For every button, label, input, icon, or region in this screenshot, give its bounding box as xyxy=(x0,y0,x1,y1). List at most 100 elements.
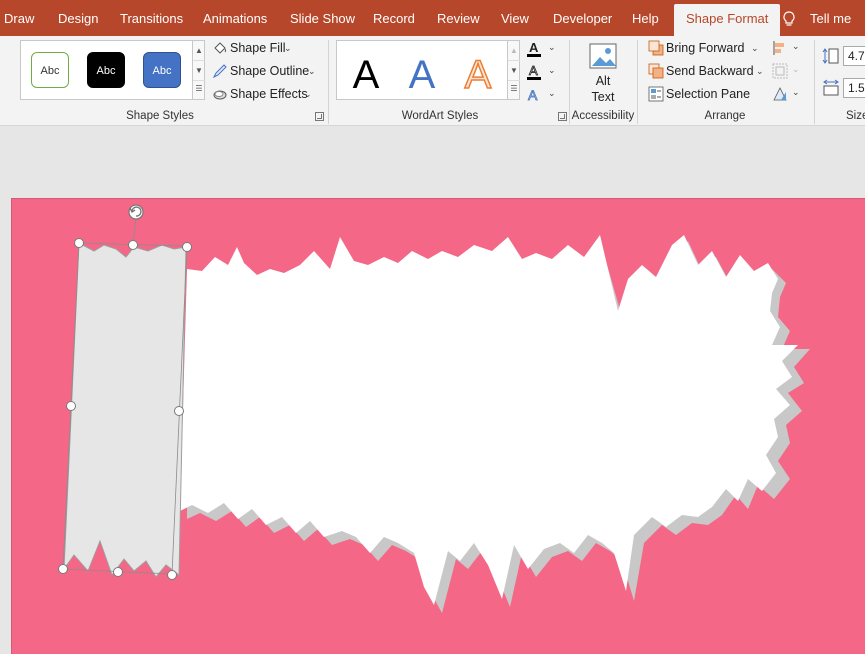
alt-text-label-line2: Text xyxy=(591,90,615,104)
resize-handle[interactable] xyxy=(113,567,123,577)
pencil-icon xyxy=(212,64,227,79)
shape-effects-icon xyxy=(213,90,227,100)
tab-developer[interactable]: Developer xyxy=(553,0,612,36)
text-outline-button[interactable]: A ⌄ xyxy=(526,63,556,83)
tab-animations[interactable]: Animations xyxy=(203,0,267,36)
chevron-down-icon: ⌄ xyxy=(308,66,316,76)
lightbulb-icon xyxy=(783,11,795,26)
ribbon-tab-bar: Draw Design Transitions Animations Slide… xyxy=(0,0,865,36)
tab-help[interactable]: Help xyxy=(632,0,659,36)
resize-handle[interactable] xyxy=(58,564,68,574)
send-backward-button[interactable]: Send Backward ⌄ xyxy=(648,61,768,81)
tab-transitions[interactable]: Transitions xyxy=(120,0,183,36)
gallery-down-icon[interactable]: ▼ xyxy=(508,61,520,81)
gallery-more-icon[interactable]: ☰ xyxy=(193,79,205,99)
shape-effects-button[interactable]: Shape Effects ⌄ xyxy=(212,84,322,104)
shape-fill-label: Shape Fill xyxy=(230,41,286,55)
wordart-gallery: A A A ▲ ▼ ☰ xyxy=(336,40,520,100)
shape-effects-label: Shape Effects xyxy=(230,87,308,101)
chevron-down-icon: ⌄ xyxy=(792,87,800,97)
send-backward-icon xyxy=(648,63,664,79)
tell-me-label: Tell me xyxy=(810,11,852,26)
shape-styles-gallery: Abc Abc Abc ▲ ▼ ☰ xyxy=(20,40,205,100)
shape-width-icon xyxy=(823,79,839,96)
tab-record[interactable]: Record xyxy=(373,0,415,36)
text-fill-button[interactable]: A ⌄ xyxy=(526,40,556,60)
shape-height-icon xyxy=(822,48,839,64)
bring-forward-icon xyxy=(648,40,664,56)
group-label-shape-styles: Shape Styles xyxy=(126,110,194,122)
chevron-down-icon: ⌄ xyxy=(548,65,556,75)
chevron-down-icon: ⌄ xyxy=(792,64,800,74)
group-label-wordart-styles: WordArt Styles xyxy=(401,110,479,122)
shape-style-swatch-blue[interactable]: Abc xyxy=(143,52,181,88)
selection-pane-label: Selection Pane xyxy=(666,87,751,101)
shape-outline-button[interactable]: Shape Outline ⌄ xyxy=(212,61,322,81)
shape-fill-button[interactable]: Shape Fill ⌄ xyxy=(212,38,322,58)
group-label-accessibility: Accessibility xyxy=(571,110,635,122)
gallery-up-icon[interactable]: ▲ xyxy=(508,41,520,61)
group-objects-button[interactable]: ⌄ xyxy=(772,63,802,83)
bring-forward-label: Bring Forward xyxy=(666,41,745,55)
shape-style-swatch-outline[interactable]: Abc xyxy=(31,52,69,88)
bring-forward-button[interactable]: Bring Forward ⌄ xyxy=(648,38,763,58)
svg-text:A: A xyxy=(529,63,538,78)
resize-handle[interactable] xyxy=(182,242,192,252)
shape-styles-gallery-scroll[interactable]: ▲ ▼ ☰ xyxy=(192,41,205,99)
resize-handle[interactable] xyxy=(66,401,76,411)
ribbon-separator xyxy=(328,40,329,124)
wordart-gallery-scroll[interactable]: ▲ ▼ ☰ xyxy=(507,41,520,99)
shape-width-input[interactable]: 1.57 xyxy=(843,78,865,98)
powerpoint-window: Draw Design Transitions Animations Slide… xyxy=(0,0,865,654)
resize-handle[interactable] xyxy=(74,238,84,248)
selection-pane-button[interactable]: Selection Pane xyxy=(648,84,758,104)
ribbon: Abc Abc Abc ▲ ▼ ☰ Shape Fill ⌄ Shape Out… xyxy=(0,36,865,126)
resize-handle[interactable] xyxy=(167,570,177,580)
text-outline-icon: A xyxy=(527,63,541,80)
gallery-more-icon[interactable]: ☰ xyxy=(508,79,520,99)
tab-view[interactable]: View xyxy=(501,0,529,36)
wordart-style-orange-outline[interactable]: A xyxy=(453,45,503,105)
align-icon xyxy=(773,41,784,55)
chevron-down-icon: ⌄ xyxy=(304,89,312,99)
shape-outline-label: Shape Outline xyxy=(230,64,310,78)
text-fill-icon: A xyxy=(527,40,541,57)
paint-bucket-icon xyxy=(214,42,226,54)
wordart-style-black[interactable]: A xyxy=(341,45,391,105)
align-button[interactable]: ⌄ xyxy=(772,40,802,60)
chevron-down-icon: ⌄ xyxy=(792,41,800,51)
gallery-down-icon[interactable]: ▼ xyxy=(193,61,205,81)
alt-text-button[interactable]: Alt Text xyxy=(580,40,626,106)
chevron-down-icon: ⌄ xyxy=(548,88,556,98)
ribbon-separator xyxy=(814,40,815,124)
shape-style-swatch-black[interactable]: Abc xyxy=(87,52,125,88)
wordart-style-blue[interactable]: A xyxy=(397,45,447,105)
ribbon-separator xyxy=(637,40,638,124)
tab-shape-format[interactable]: Shape Format xyxy=(674,4,781,36)
wordart-launcher-icon[interactable] xyxy=(558,112,567,121)
ribbon-separator xyxy=(569,40,570,124)
text-effects-button[interactable]: A ⌄ xyxy=(526,86,556,106)
group-objects-icon xyxy=(772,63,788,79)
resize-handle[interactable] xyxy=(128,240,138,250)
shape-styles-launcher-icon[interactable] xyxy=(315,112,324,121)
shape-height-input[interactable]: 4.75 xyxy=(843,46,865,66)
rotate-button[interactable]: ⌄ xyxy=(772,86,802,106)
svg-text:A: A xyxy=(528,87,538,103)
selection-pane-icon xyxy=(648,86,664,102)
tab-draw[interactable]: Draw xyxy=(4,0,34,36)
slide-artwork xyxy=(58,204,810,613)
tab-review[interactable]: Review xyxy=(437,0,480,36)
rotate-icon xyxy=(773,87,787,101)
alt-text-icon xyxy=(589,43,617,69)
tab-slide-show[interactable]: Slide Show xyxy=(290,0,355,36)
selected-torn-strip[interactable] xyxy=(63,242,187,578)
gallery-up-icon[interactable]: ▲ xyxy=(193,41,205,61)
tab-design[interactable]: Design xyxy=(58,0,98,36)
group-label-size: Size xyxy=(846,110,865,122)
resize-handle[interactable] xyxy=(174,406,184,416)
rotation-handle-icon[interactable] xyxy=(128,204,144,220)
slide-canvas[interactable] xyxy=(11,198,865,654)
torn-paper-shape xyxy=(180,235,798,605)
alt-text-label-line1: Alt xyxy=(595,74,611,88)
